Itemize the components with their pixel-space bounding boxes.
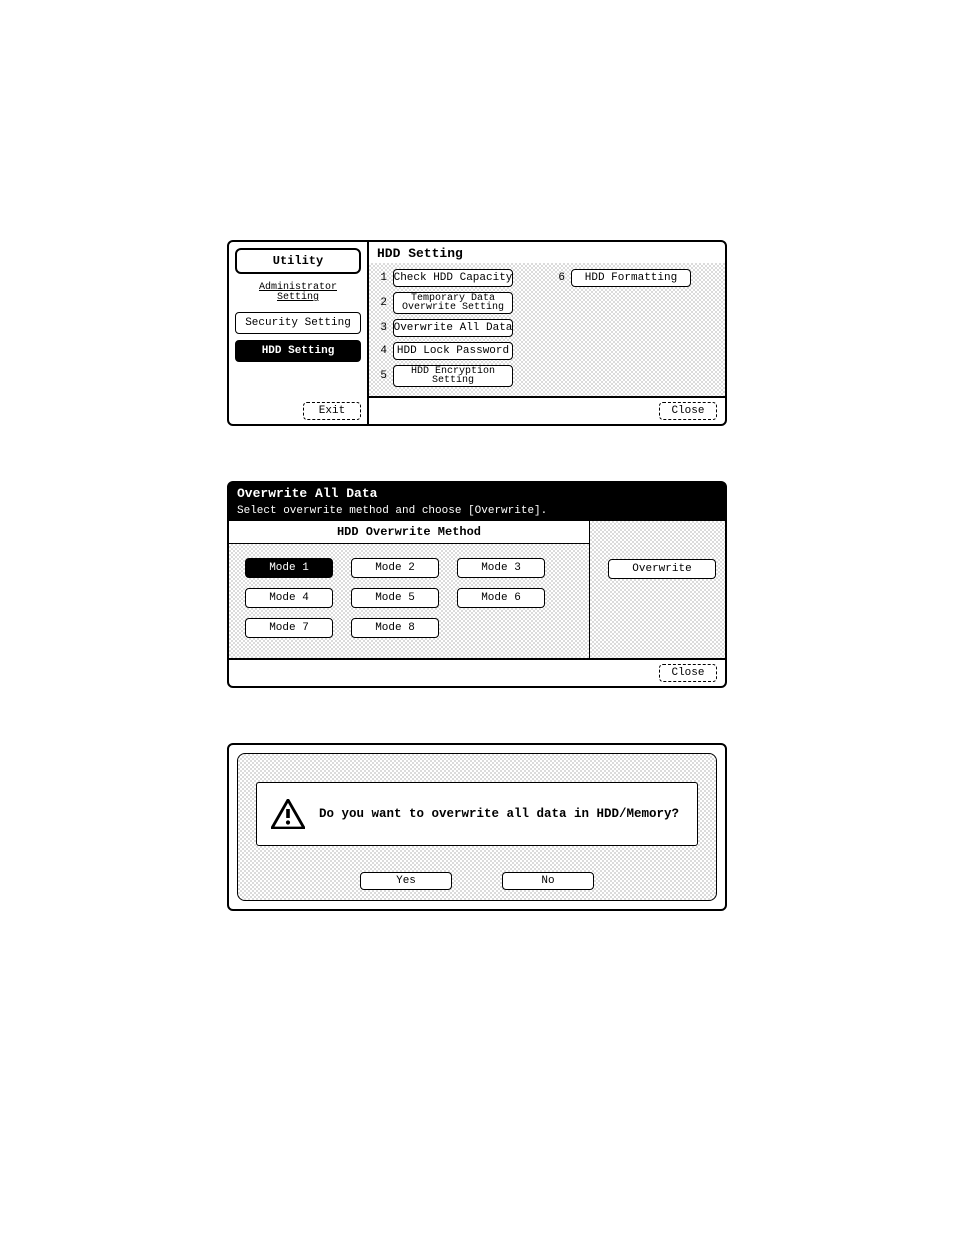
- breadcrumb-security-setting[interactable]: Security Setting: [235, 312, 361, 334]
- item-number: 2: [377, 297, 387, 309]
- mode-6-button[interactable]: Mode 6: [457, 588, 545, 608]
- hdd-formatting-button[interactable]: HDD Formatting: [571, 269, 691, 287]
- mode-7-button[interactable]: Mode 7: [245, 618, 333, 638]
- sidebar: Utility Administrator Setting Security S…: [229, 242, 369, 424]
- mode-5-button[interactable]: Mode 5: [351, 588, 439, 608]
- mode-8-button[interactable]: Mode 8: [351, 618, 439, 638]
- close-button[interactable]: Close: [659, 402, 717, 420]
- yes-button[interactable]: Yes: [360, 872, 452, 890]
- temporary-data-overwrite-setting-button[interactable]: Temporary Data Overwrite Setting: [393, 292, 513, 314]
- hdd-setting-main: HDD Setting 1 Check HDD Capacity 2 Tempo…: [369, 242, 725, 424]
- mode-3-button[interactable]: Mode 3: [457, 558, 545, 578]
- panel-subtitle: Select overwrite method and choose [Over…: [229, 505, 725, 521]
- overwrite-method-pane: HDD Overwrite Method Mode 1 Mode 2 Mode …: [229, 521, 590, 658]
- panel-title: Overwrite All Data: [229, 483, 725, 505]
- confirm-dialog: Do you want to overwrite all data in HDD…: [256, 782, 698, 846]
- method-header: HDD Overwrite Method: [229, 521, 589, 544]
- item-number: 5: [377, 370, 387, 382]
- utility-pill: Utility: [235, 248, 361, 274]
- no-button[interactable]: No: [502, 872, 594, 890]
- mode-4-button[interactable]: Mode 4: [245, 588, 333, 608]
- overwrite-all-data-button[interactable]: Overwrite All Data: [393, 319, 513, 337]
- panel-title: HDD Setting: [369, 242, 725, 263]
- overwrite-all-data-screen: Overwrite All Data Select overwrite meth…: [227, 481, 727, 688]
- overwrite-button[interactable]: Overwrite: [608, 559, 716, 579]
- close-button[interactable]: Close: [659, 664, 717, 682]
- item-number: 6: [555, 272, 565, 284]
- item-number: 1: [377, 272, 387, 284]
- hdd-encryption-setting-button[interactable]: HDD Encryption Setting: [393, 365, 513, 387]
- breadcrumb-hdd-setting[interactable]: HDD Setting: [235, 340, 361, 362]
- warning-icon: [271, 799, 305, 829]
- confirm-overwrite-screen: Do you want to overwrite all data in HDD…: [227, 743, 727, 911]
- check-hdd-capacity-button[interactable]: Check HDD Capacity: [393, 269, 513, 287]
- item-number: 3: [377, 322, 387, 334]
- breadcrumb-admin-setting[interactable]: Administrator Setting: [235, 280, 361, 306]
- hdd-setting-screen: Utility Administrator Setting Security S…: [227, 240, 727, 426]
- mode-2-button[interactable]: Mode 2: [351, 558, 439, 578]
- hdd-lock-password-button[interactable]: HDD Lock Password: [393, 342, 513, 360]
- mode-1-button[interactable]: Mode 1: [245, 558, 333, 578]
- item-number: 4: [377, 345, 387, 357]
- exit-button[interactable]: Exit: [303, 402, 361, 420]
- action-pane: Overwrite: [590, 521, 726, 658]
- confirm-message: Do you want to overwrite all data in HDD…: [319, 807, 679, 821]
